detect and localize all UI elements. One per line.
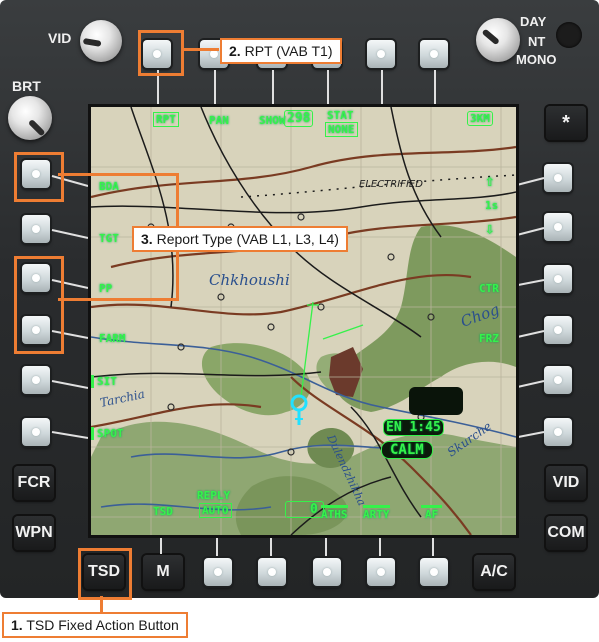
arty-option: ARTY [363, 505, 390, 521]
wind-time: EN 1:45 [383, 419, 444, 436]
callout-3-highlight-l3-l4 [14, 256, 64, 354]
callout-3-highlight-l1 [14, 152, 64, 202]
wind-direction: EN [386, 420, 402, 435]
callout-1-highlight [78, 548, 132, 600]
stat-option: STAT [327, 109, 354, 122]
callout-3-text: Report Type (VAB L1, L3, L4) [156, 231, 339, 247]
tgt-option: TGT [99, 232, 119, 245]
farm-option: FARM [99, 332, 126, 345]
wind-status: CALM [381, 441, 433, 459]
callout-3-leader-top [58, 173, 178, 176]
range-label: 1s [485, 199, 499, 212]
heading-readout: 298 [284, 110, 314, 127]
callout-2-leader [181, 48, 219, 51]
wind-indicator-icon [409, 387, 463, 415]
range-down-icon: ⇩ [485, 219, 495, 238]
callout-3-leader-bottom [58, 298, 178, 301]
callout-2-text: RPT (VAB T1) [244, 43, 333, 59]
reply-option: REPLY [197, 489, 231, 502]
map-label-town: Chkhoushi [209, 271, 290, 289]
show-option: SHOW [259, 114, 286, 127]
aths-option: ATHS [321, 505, 348, 521]
callout-3-label: 3. Report Type (VAB L1, L3, L4) [132, 226, 348, 252]
callout-1-label: 1. TSD Fixed Action Button [2, 612, 188, 638]
ctr-option: CTR [479, 282, 499, 295]
spot-option: SPOT [91, 427, 124, 440]
callout-2-label: 2. RPT (VAB T1) [220, 38, 342, 64]
af-option: AF [421, 505, 443, 521]
mfd-screen[interactable]: Chkhoushi ELECTRIFIED Tarchia Skurche Du… [88, 104, 519, 538]
tsd-label: TSD [153, 505, 173, 518]
callout-2-number: 2. [229, 43, 241, 59]
callout-2-highlight [138, 30, 184, 76]
scale-option: 3KM [467, 111, 493, 126]
callout-1-number: 1. [11, 617, 23, 633]
sit-option: SIT [91, 375, 117, 388]
bda-option: BDA [99, 180, 119, 193]
callout-3-number: 3. [141, 231, 153, 247]
rpt-option: RPT [153, 112, 179, 127]
frz-option: FRZ [479, 332, 499, 345]
stat-value: NONE [325, 122, 358, 137]
callout-1-text: TSD Fixed Action Button [26, 617, 179, 633]
reply-value: AUTO [199, 503, 232, 518]
zero-readout: 0 [285, 501, 324, 518]
range-up-icon: ⇧ [485, 171, 495, 190]
pan-option: PAN [209, 114, 229, 127]
map-label-electrified: ELECTRIFIED [359, 179, 423, 190]
pp-option: PP [99, 282, 113, 295]
tsd-map: Chkhoushi ELECTRIFIED Tarchia Skurche Du… [91, 107, 516, 535]
wind-time-value: 1:45 [409, 420, 441, 435]
